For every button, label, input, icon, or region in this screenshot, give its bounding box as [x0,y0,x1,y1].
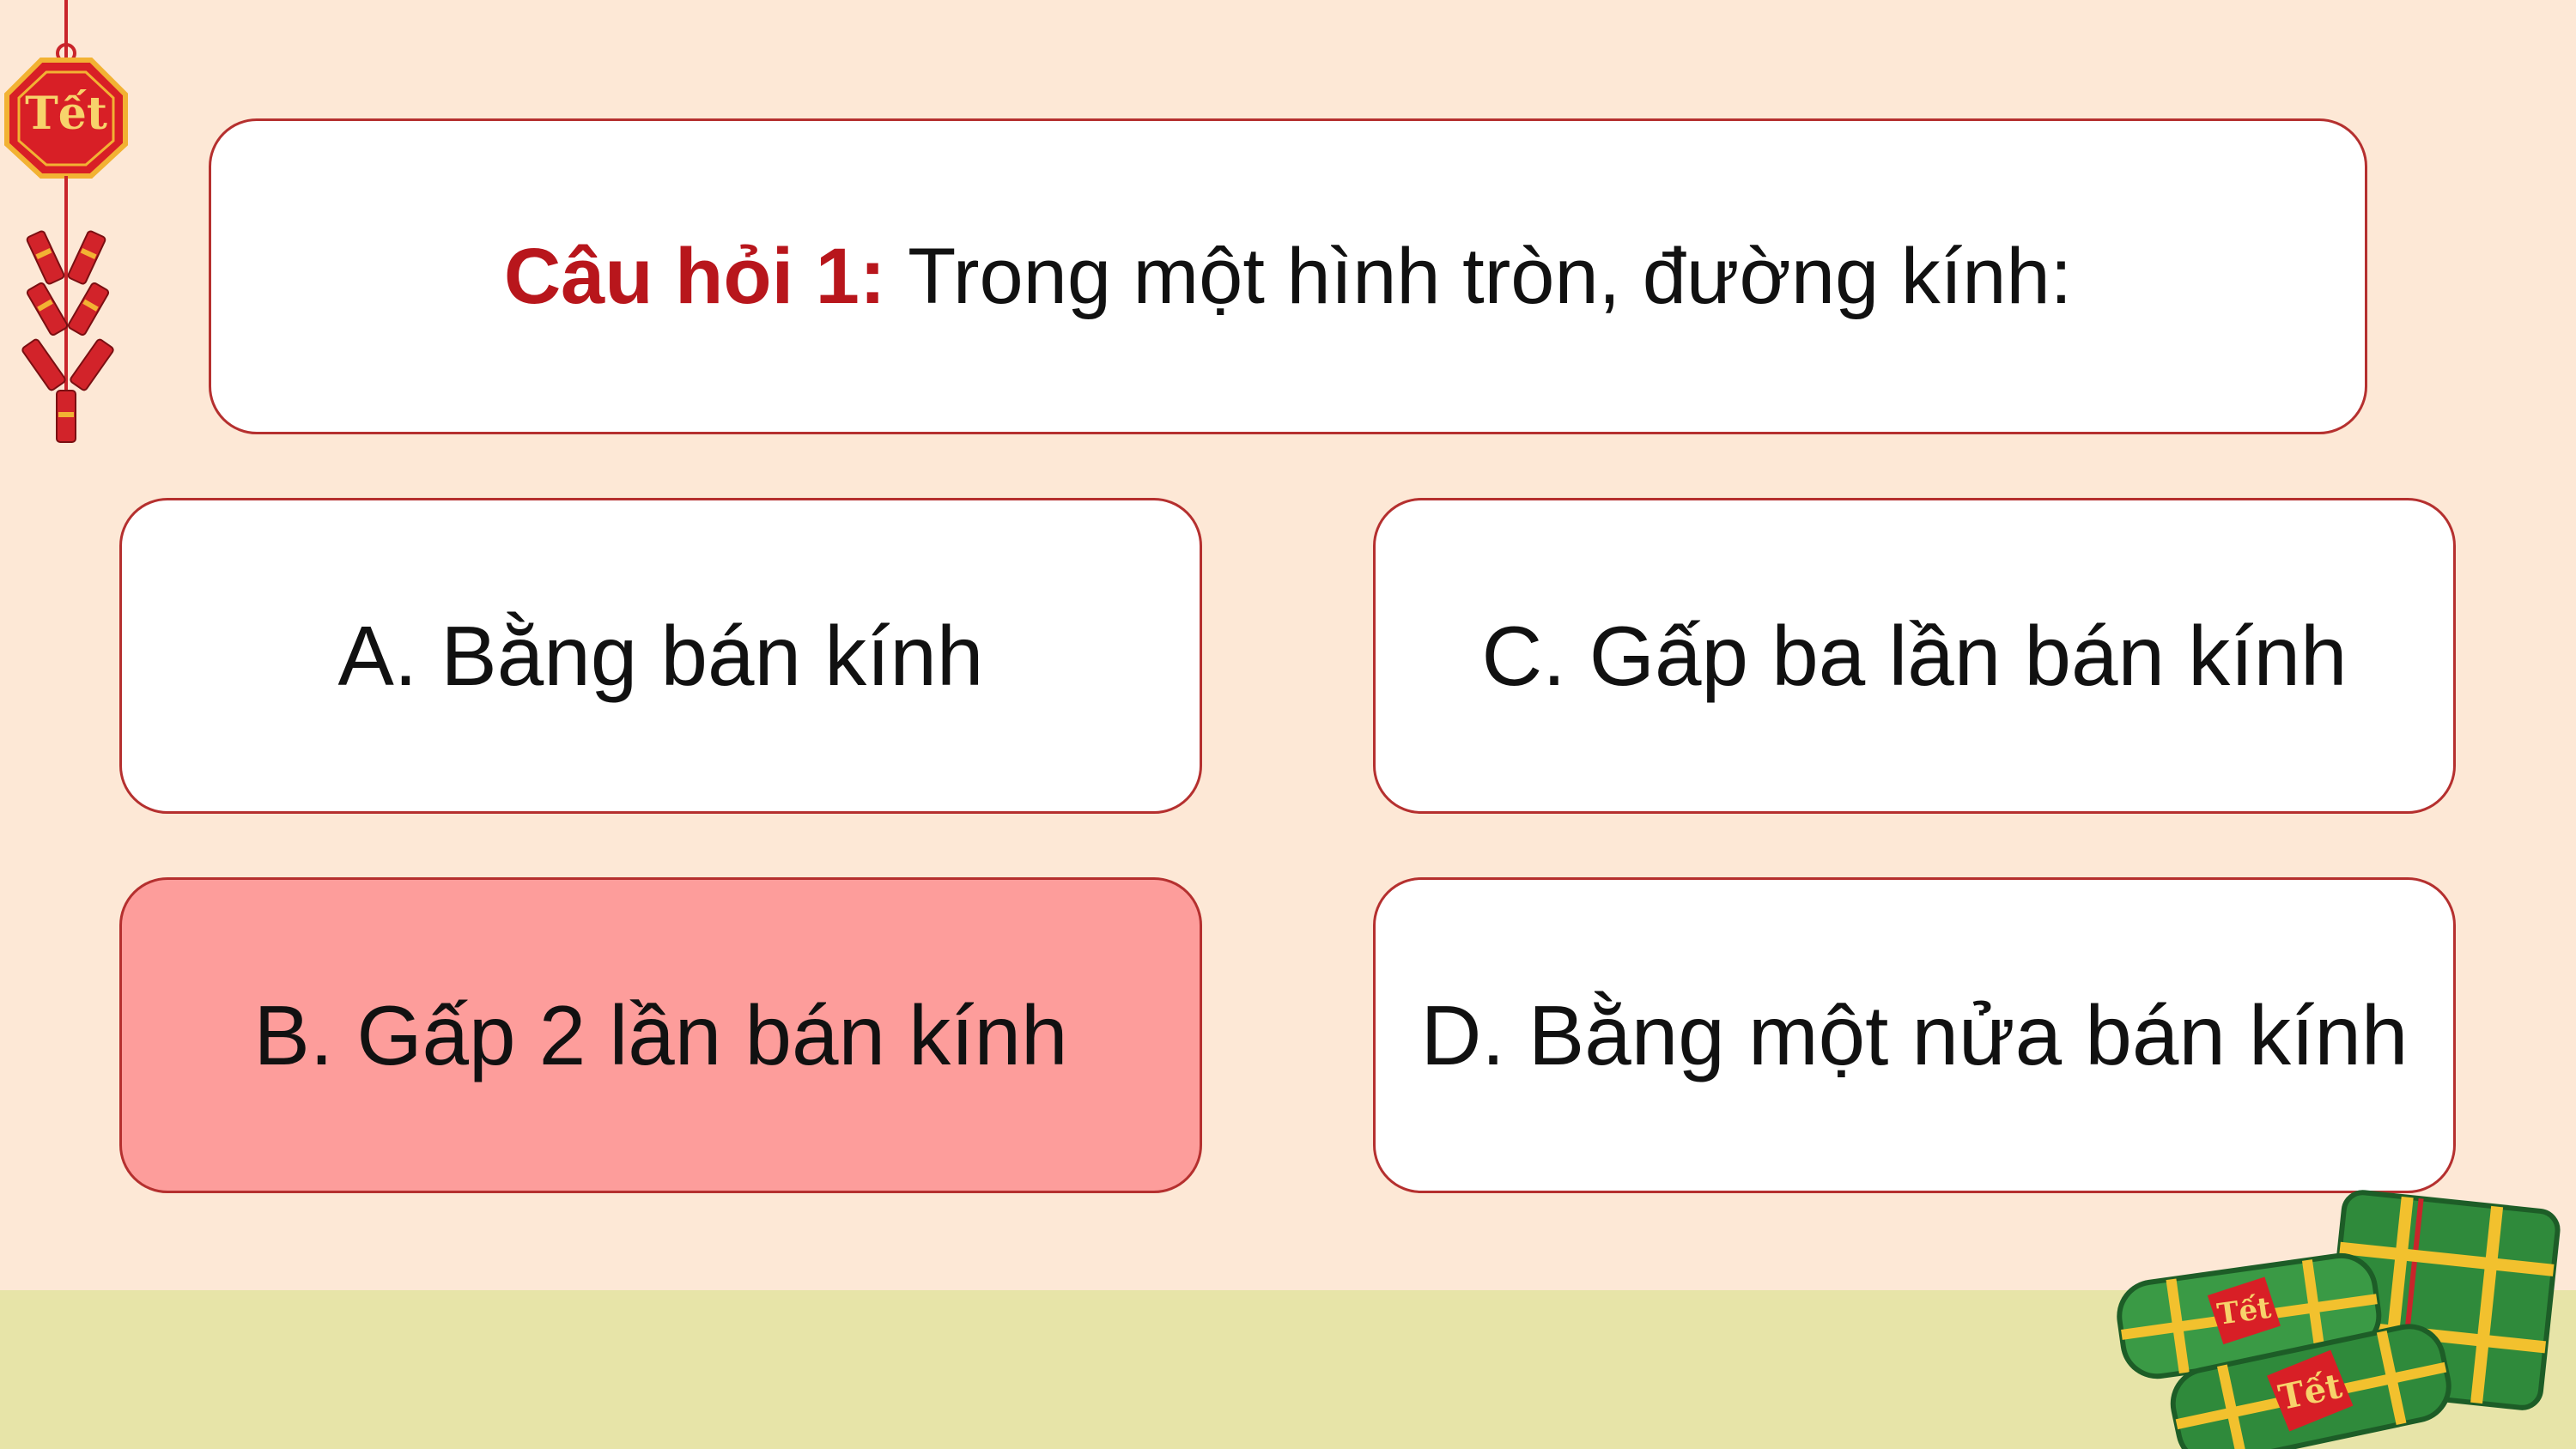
answer-option-a-label: A. Bằng bán kính [337,608,984,703]
answer-option-d[interactable]: D. Bằng một nửa bán kính [1373,877,2456,1193]
answer-option-b[interactable]: B. Gấp 2 lần bán kính [119,877,1202,1193]
question-label: Câu hỏi 1: [503,232,908,320]
question-text: Trong một hình tròn, đường kính: [908,232,2073,320]
answer-option-a[interactable]: A. Bằng bán kính [119,498,1202,814]
question-card: Câu hỏi 1: Trong một hình tròn, đường kí… [209,118,2367,434]
tet-lantern-label: Tết [25,88,107,140]
answer-option-c-label: C. Gấp ba lần bán kính [1481,608,2348,703]
banh-chung-decoration: Tết Tết [2117,1190,2561,1449]
answer-option-b-label: B. Gấp 2 lần bán kính [253,987,1068,1082]
answer-option-c[interactable]: C. Gấp ba lần bán kính [1373,498,2456,814]
tet-firecracker-decoration: Tết [4,0,128,443]
answer-option-d-label: D. Bằng một nửa bán kính [1420,987,2409,1082]
